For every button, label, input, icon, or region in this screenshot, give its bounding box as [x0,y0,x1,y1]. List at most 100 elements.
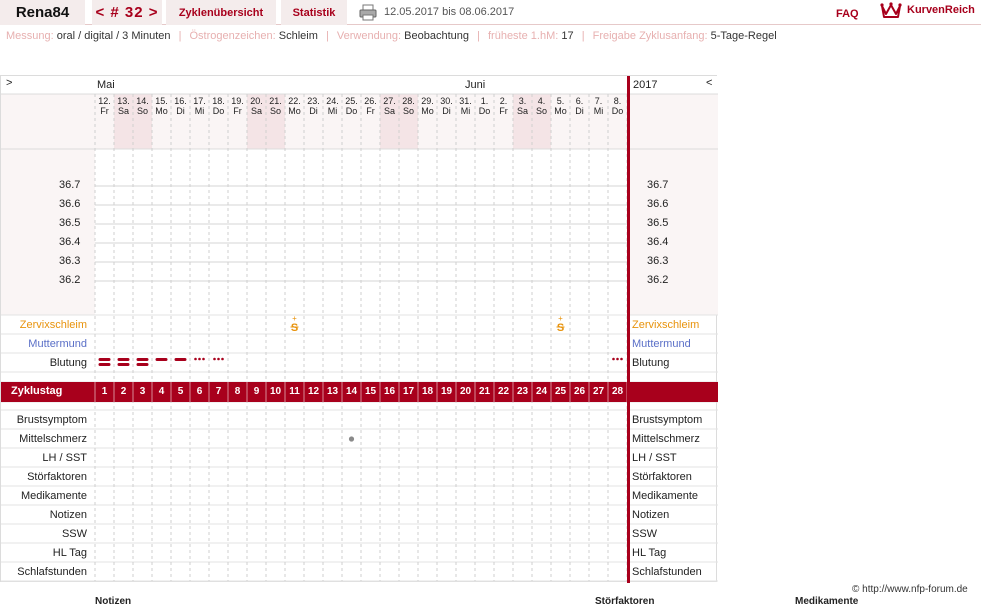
spotting-dot [612,357,615,361]
info-value-verwendung: Beobachtung [404,30,469,42]
separator: | [581,30,585,42]
zyklustag-label: Zyklustag [11,385,63,397]
cycle-day-number: 25 [554,386,567,397]
date-label: 8. [613,96,622,106]
tab-zyklenuebersicht[interactable]: Zyklenübersicht [166,0,276,25]
cycle-day-number: 17 [402,386,415,397]
temp-tick-left: 36.6 [59,198,81,210]
spotting-dot [198,357,201,361]
cycle-day-number: 4 [158,386,165,397]
cycle-day-number: 20 [459,386,472,397]
weekday-label: Di [575,106,584,116]
date-label: 17. [193,96,206,106]
date-label: 5. [556,96,565,106]
weekday-label: Sa [117,106,129,116]
date-label: 14. [136,96,149,106]
bleeding-heavy-mark [136,358,149,361]
date-label: 20. [250,96,263,106]
weekday-label: Fr [366,106,375,116]
crown-logo-icon[interactable] [880,2,902,20]
date-label: 6. [575,96,584,106]
bleeding-heavy-mark [117,363,130,366]
temp-tick-right: 36.6 [647,198,669,210]
date-label: 3. [518,96,527,106]
info-label-messung: Messung: [6,30,54,42]
cycle-day-number: 21 [478,386,491,397]
bleeding-heavy-mark [98,363,111,366]
date-label: 29. [421,96,434,106]
spotting-dot [194,357,197,361]
row-label-right-brustsymptom: Brustsymptom [632,414,703,426]
date-label: 28. [402,96,415,106]
weekday-label: So [535,106,547,116]
weekday-label: Do [345,106,358,116]
date-label: 16. [174,96,187,106]
nav-prev-button[interactable]: > [6,77,12,89]
date-label: 12. [98,96,111,106]
cycle-day-number: 19 [440,386,453,397]
spotting-dot [221,357,224,361]
info-value-messung: oral / digital / 3 Minuten [56,30,171,42]
temp-tick-right: 36.3 [647,255,669,267]
row-label-right-lh-sst: LH / SST [632,452,677,464]
temp-tick-left: 36.4 [59,236,81,248]
date-label: 15. [155,96,168,106]
weekday-label: Mi [327,106,338,116]
weekday-label: Di [442,106,451,116]
temp-axis-bg-right [630,149,718,315]
bleeding-medium-mark [174,358,187,361]
bottom-label-notizen: Notizen [95,596,132,607]
tab-statistik[interactable]: Statistik [281,0,347,25]
cycle-day-number: 16 [383,386,396,397]
row-label-right-muttermund: Muttermund [632,338,691,350]
cycle-settings-line: Messung: oral / digital / 3 Minuten | Ös… [6,30,777,42]
date-label: 2. [499,96,508,106]
nav-next-button[interactable]: < [706,77,712,89]
row-label-schlafstunden: Schlafstunden [17,566,87,578]
row-label-right-schlafstunden: Schlafstunden [632,566,702,578]
temp-tick-left: 36.7 [59,179,81,191]
bleeding-heavy-mark [136,363,149,366]
cycle-day-number: 27 [592,386,605,397]
cycle-day-number: 6 [196,386,203,397]
row-label-hl-tag: HL Tag [52,547,87,559]
info-value-oestrogen: Schleim [278,30,318,42]
month-label-mai: Mai [97,79,115,91]
date-label: 1. [480,96,489,106]
faq-link[interactable]: FAQ [836,8,859,20]
cycle-day-number: 23 [516,386,529,397]
top-header: Rena84 < # 32 > Zyklenübersicht Statisti… [0,0,981,25]
info-label-frueheste: früheste 1.hM: [487,30,559,42]
cycle-navigator[interactable]: < # 32 > [92,0,162,25]
separator: | [325,30,329,42]
date-label: 30. [440,96,453,106]
row-label-right-blutung: Blutung [632,357,670,369]
date-range: 12.05.2017 bis 08.06.2017 [384,6,515,18]
temp-tick-left: 36.2 [59,274,81,286]
row-label-right-notizen: Notizen [632,509,670,521]
separator: | [477,30,480,42]
weekday-label: Fr [233,106,242,116]
row-label-right-stoerfaktoren: Störfaktoren [632,471,692,483]
date-label: 26. [364,96,377,106]
cycle-day-number: 7 [215,386,222,397]
weekday-label: Di [309,106,318,116]
temp-tick-right: 36.7 [647,179,669,191]
brand-name[interactable]: KurvenReich [907,4,975,16]
cycle-day-number: 8 [234,386,241,397]
spotting-dot [620,357,623,361]
spotting-dot [213,357,216,361]
date-label: 25. [345,96,358,106]
cycle-day-number: 28 [611,386,624,397]
bottom-label-stoerfaktoren: Störfaktoren [595,596,655,607]
cycle-day-number: 24 [535,386,548,397]
row-label-mittelschmerz: Mittelschmerz [19,433,87,445]
printer-icon[interactable] [359,4,377,21]
row-label-right-ssw: SSW [632,528,658,540]
weekday-label: Mo [155,106,168,116]
weekday-label: Do [611,106,624,116]
cycle-chart: + S + S > < Mai Juni 2017 12. Fr 13. Sa 14. So 15. Mo 16… [0,75,718,583]
temp-axis-bg-left [1,149,95,315]
mucus-s-mark: S [291,322,298,334]
bottom-label-medikamente: Medikamente [795,596,859,607]
